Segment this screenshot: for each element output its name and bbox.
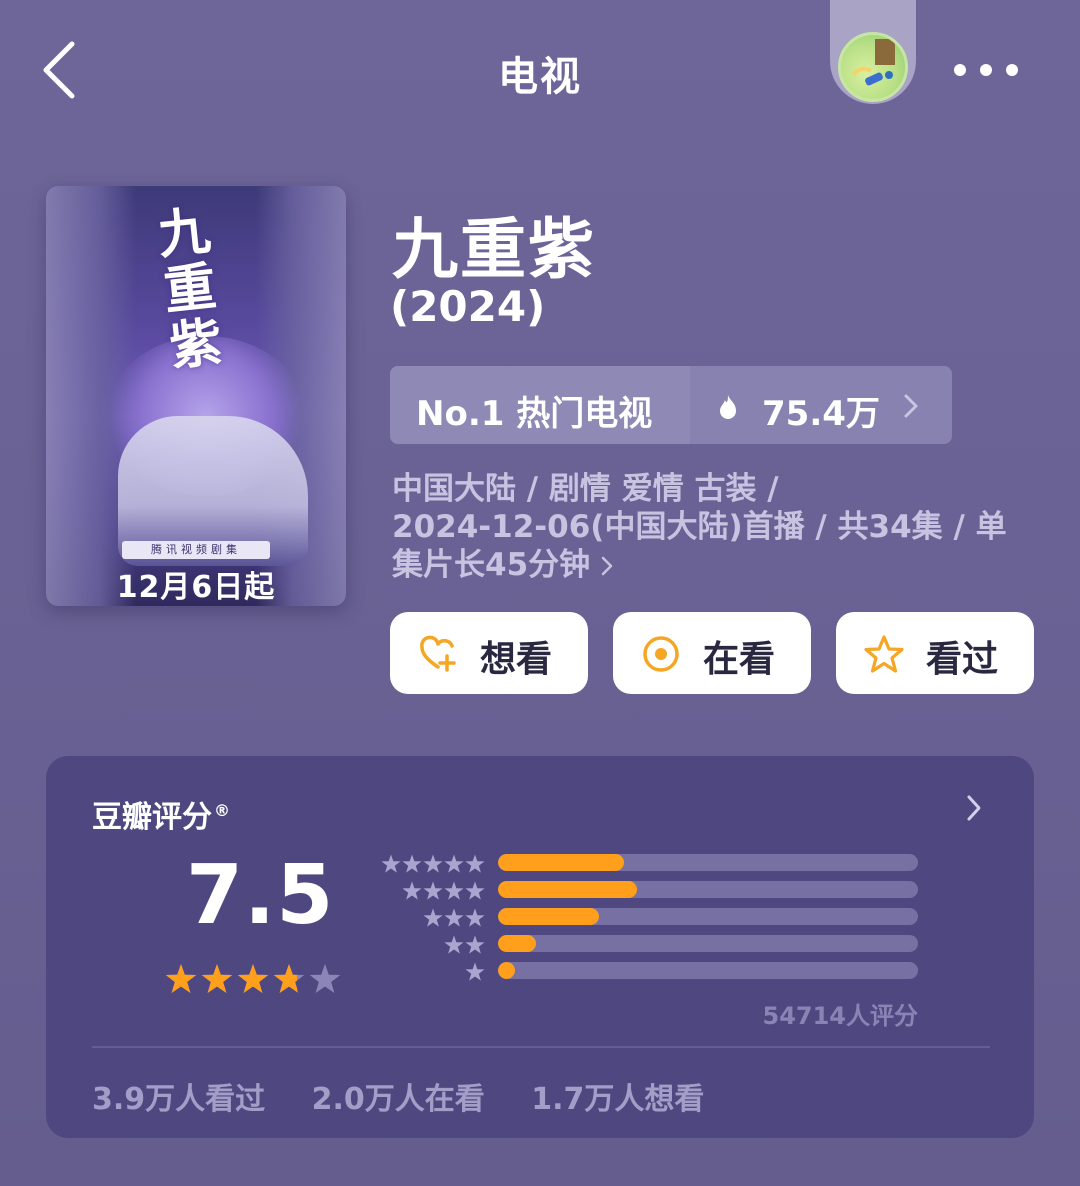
rating-distribution-labels xyxy=(376,854,486,989)
distribution-bar-track-1 xyxy=(498,962,918,979)
distribution-star-icon xyxy=(444,854,464,873)
meta-line-premiere: 2024-12-06(中国大陆)首播 / 共34集 / 单 xyxy=(392,509,1007,545)
chevron-right-icon[interactable] xyxy=(964,792,984,824)
distribution-star-icon xyxy=(444,908,464,927)
rating-star-filled xyxy=(201,964,233,993)
distribution-star-icon xyxy=(465,935,485,954)
heart-plus-icon xyxy=(420,635,456,672)
distribution-star-icon xyxy=(402,881,422,900)
ranking-badge-left: No.1 热门电视 xyxy=(390,366,690,444)
watching-label: 在看 xyxy=(703,639,776,680)
distribution-stars-4 xyxy=(376,881,486,908)
show-year: (2024) xyxy=(390,282,546,331)
poster-release-date: 12月6日起 xyxy=(116,570,276,605)
target-icon xyxy=(643,636,679,672)
rating-stars xyxy=(165,964,341,993)
distribution-bar-track-4 xyxy=(498,881,918,898)
distribution-bar-3 xyxy=(498,908,599,925)
distribution-star-icon xyxy=(423,881,443,900)
distribution-star-icon xyxy=(465,962,485,981)
registered-mark: ® xyxy=(214,801,230,820)
chevron-right-icon xyxy=(904,394,918,418)
rating-title-text: 豆瓣评分 xyxy=(92,800,212,835)
poster-tagline: 腾讯视频剧集 xyxy=(122,541,270,559)
watched-count: 3.9万人看过 xyxy=(92,1082,266,1117)
distribution-bar-4 xyxy=(498,881,637,898)
avatar[interactable] xyxy=(838,32,908,102)
audience-stats: 3.9万人看过 2.0万人在看 1.7万人想看 xyxy=(92,1074,740,1118)
distribution-bar-track-3 xyxy=(498,908,918,925)
distribution-bar-track-2 xyxy=(498,935,918,952)
want-to-watch-button[interactable]: 想看 xyxy=(390,612,588,694)
distribution-stars-1 xyxy=(376,962,486,989)
want-to-watch-label: 想看 xyxy=(480,639,553,680)
distribution-star-icon xyxy=(381,854,401,873)
distribution-star-icon xyxy=(423,854,443,873)
distribution-star-icon xyxy=(465,854,485,873)
poster-calligraphy-title: 九重紫 xyxy=(155,200,225,378)
rating-star-filled xyxy=(165,964,197,993)
poster-image[interactable]: 九重紫 腾讯视频剧集 12月6日起 xyxy=(46,186,346,606)
distribution-stars-2 xyxy=(376,935,486,962)
distribution-bar-track-5 xyxy=(498,854,918,871)
flame-icon xyxy=(720,395,736,419)
watched-button[interactable]: 看过 xyxy=(836,612,1034,694)
distribution-star-icon xyxy=(444,881,464,900)
avatar-illustration-icon xyxy=(851,39,895,86)
watching-button[interactable]: 在看 xyxy=(613,612,811,694)
want-count: 1.7万人想看 xyxy=(531,1082,705,1117)
page-title: 电视 xyxy=(498,54,582,100)
rating-count: 54714人评分 xyxy=(762,1002,919,1030)
watched-label: 看过 xyxy=(926,639,999,680)
ranking-label: No.1 热门电视 xyxy=(416,394,653,434)
rating-star-filled xyxy=(237,964,269,993)
heat-value: 75.4万 xyxy=(762,394,880,434)
divider xyxy=(92,1046,990,1048)
chevron-right-icon xyxy=(601,556,613,576)
profile-tab[interactable] xyxy=(830,0,916,104)
top-navigation-bar: 电视 xyxy=(0,0,1080,140)
distribution-star-icon xyxy=(444,935,464,954)
douban-rating-card[interactable]: 豆瓣评分 ® 7.5 54714人评分 3.9万人看过 2.0万人在看 1.7万人… xyxy=(46,756,1034,1138)
meta-line-duration: 集片长45分钟 xyxy=(392,547,591,583)
meta-line-region-genre: 中国大陆 / 剧情 爱情 古装 / xyxy=(392,471,779,507)
rating-card-title: 豆瓣评分 ® xyxy=(92,792,230,836)
distribution-bar-5 xyxy=(498,854,624,871)
show-title: 九重紫 xyxy=(392,211,596,288)
star-outline-icon xyxy=(864,635,904,673)
distribution-stars-5 xyxy=(376,854,486,881)
distribution-bar-2 xyxy=(498,935,536,952)
watching-count: 2.0万人在看 xyxy=(311,1082,485,1117)
distribution-star-icon xyxy=(423,908,443,927)
meta-line-duration-wrap: 集片长45分钟 xyxy=(392,546,1032,584)
rating-score: 7.5 xyxy=(186,848,335,943)
distribution-star-icon xyxy=(402,854,422,873)
distribution-star-icon xyxy=(465,881,485,900)
distribution-stars-3 xyxy=(376,908,486,935)
distribution-star-icon xyxy=(465,908,485,927)
more-options-button[interactable] xyxy=(950,58,1022,82)
distribution-bar-1 xyxy=(498,962,515,979)
more-dots-icon xyxy=(954,64,1018,76)
rating-star xyxy=(309,964,341,993)
show-meta-info[interactable]: 中国大陆 / 剧情 爱情 古装 / 2024-12-06(中国大陆)首播 / 共… xyxy=(392,470,1032,584)
